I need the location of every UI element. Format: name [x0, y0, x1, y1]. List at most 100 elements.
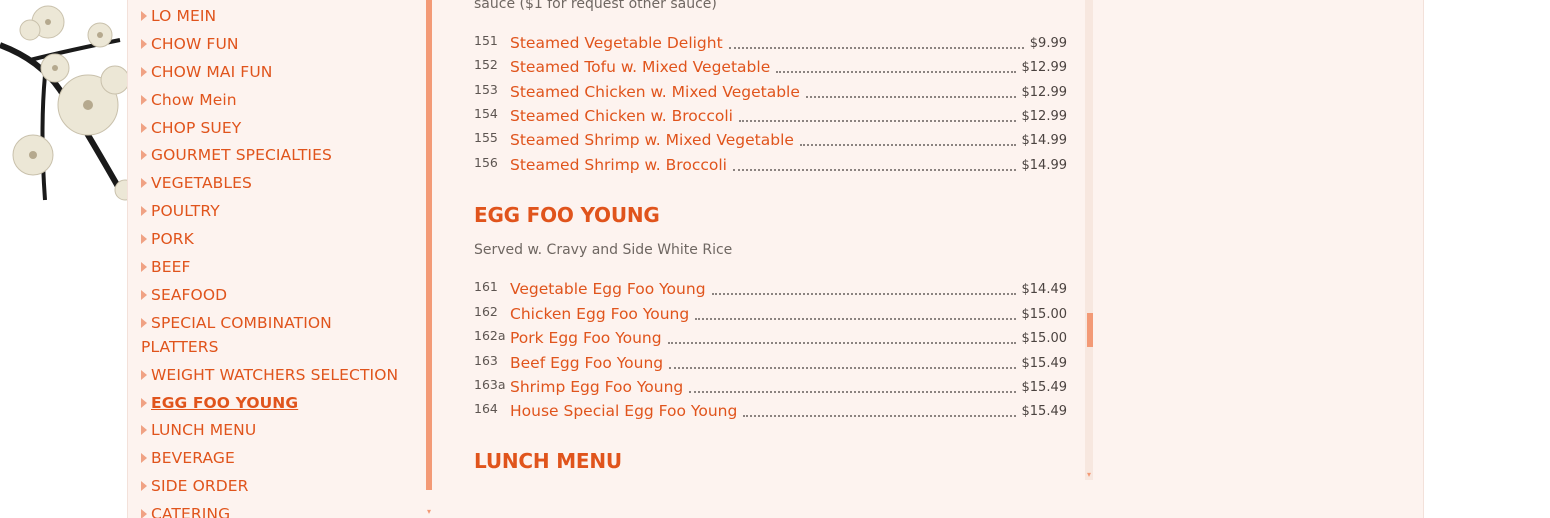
category-label: BEVERAGE: [151, 449, 235, 468]
menu-item-row: 153 Steamed Chicken w. Mixed Vegetable $…: [474, 79, 1067, 103]
sidebar-scroll-down-icon[interactable]: ▾: [426, 508, 432, 516]
triangle-bullet-icon: [141, 122, 147, 133]
dot-leader: [738, 120, 1016, 122]
item-price: $15.49: [1021, 356, 1068, 371]
item-price: $14.49: [1021, 282, 1068, 297]
item-name-link[interactable]: Steamed Shrimp w. Broccoli: [510, 154, 727, 176]
item-number: 162: [474, 304, 498, 319]
category-chow-fun[interactable]: CHOW FUN: [141, 32, 411, 56]
dot-leader: [695, 318, 1016, 320]
item-name-link[interactable]: Chicken Egg Foo Young: [510, 303, 689, 325]
dot-leader: [776, 71, 1016, 73]
content-scrollbar-thumb[interactable]: [1087, 313, 1093, 347]
item-number: 161: [474, 279, 498, 294]
item-name-link[interactable]: Steamed Shrimp w. Mixed Vegetable: [510, 129, 794, 151]
triangle-bullet-icon: [141, 178, 147, 189]
category-lo-mein[interactable]: LO MEIN: [141, 4, 411, 28]
triangle-bullet-icon: [141, 38, 147, 49]
category-chop-suey[interactable]: CHOP SUEY: [141, 116, 411, 140]
cherry-blossom-decoration: [0, 5, 136, 201]
sidebar-scrollbar-thumb[interactable]: [426, 0, 432, 490]
category-beverage[interactable]: BEVERAGE: [141, 446, 411, 470]
menu-item-row: 151 Steamed Vegetable Delight $9.99: [474, 30, 1067, 54]
category-label: SIDE ORDER: [151, 477, 249, 496]
dot-leader: [689, 391, 1016, 393]
category-label: SPECIAL COMBINATION: [151, 313, 332, 332]
item-name-link[interactable]: Steamed Vegetable Delight: [510, 32, 723, 54]
item-number: 162a: [474, 328, 506, 343]
triangle-bullet-icon: [141, 262, 147, 273]
item-price: $14.99: [1021, 133, 1068, 148]
category-vegetables[interactable]: VEGETABLES: [141, 171, 411, 195]
category-label: BEEF: [151, 258, 191, 277]
item-name-link[interactable]: Vegetable Egg Foo Young: [510, 278, 706, 300]
category-label: WEIGHT WATCHERS SELECTION: [151, 365, 399, 384]
item-price: $14.99: [1021, 158, 1068, 173]
content-scroll-down-icon[interactable]: ▾: [1085, 470, 1093, 479]
triangle-bullet-icon: [141, 206, 147, 217]
triangle-bullet-icon: [141, 150, 147, 161]
dot-leader: [805, 96, 1016, 98]
item-name-link[interactable]: Steamed Chicken w. Mixed Vegetable: [510, 81, 800, 103]
dot-leader: [732, 169, 1016, 171]
item-price: $15.00: [1021, 307, 1068, 322]
item-number: 154: [474, 106, 498, 121]
item-name-link[interactable]: Steamed Chicken w. Broccoli: [510, 105, 733, 127]
triangle-bullet-icon: [141, 425, 147, 436]
category-chow-mein[interactable]: Chow Mein: [141, 88, 411, 112]
menu-item-row: 162a Pork Egg Foo Young $15.00: [474, 325, 1067, 349]
triangle-bullet-icon: [141, 369, 147, 380]
menu-item-row: 163 Beef Egg Foo Young $15.49: [474, 350, 1067, 374]
category-weight-watchers-selection[interactable]: WEIGHT WATCHERS SELECTION: [141, 363, 411, 387]
item-name-link[interactable]: Steamed Tofu w. Mixed Vegetable: [510, 56, 770, 78]
triangle-bullet-icon: [141, 453, 147, 464]
category-label: VEGETABLES: [151, 174, 252, 193]
content-scrollbar-track[interactable]: [1085, 0, 1093, 480]
category-catering[interactable]: CATERING: [141, 502, 411, 518]
category-label: LUNCH MENU: [151, 421, 257, 440]
item-price: $12.99: [1021, 109, 1068, 124]
menu-item-row: 163a Shrimp Egg Foo Young $15.49: [474, 374, 1067, 398]
triangle-bullet-icon: [141, 397, 147, 408]
category-pork[interactable]: PORK: [141, 227, 411, 251]
category-label: CHOP SUEY: [151, 118, 242, 137]
item-name-link[interactable]: Beef Egg Foo Young: [510, 352, 663, 374]
category-side-order[interactable]: SIDE ORDER: [141, 474, 411, 498]
triangle-bullet-icon: [141, 234, 147, 245]
item-name-link[interactable]: Pork Egg Foo Young: [510, 327, 662, 349]
item-name-link[interactable]: Shrimp Egg Foo Young: [510, 376, 683, 398]
menu-item-row: 164 House Special Egg Foo Young $15.49: [474, 398, 1067, 422]
section-title-lunch-menu: LUNCH MENU: [474, 449, 622, 473]
category-poultry[interactable]: POULTRY: [141, 199, 411, 223]
dot-leader: [711, 293, 1016, 295]
triangle-bullet-icon: [141, 317, 147, 328]
category-label-line2: PLATTERS: [141, 337, 219, 356]
category-special-combination-platters[interactable]: SPECIAL COMBINATION PLATTERS: [141, 311, 411, 359]
dot-leader: [799, 144, 1016, 146]
menu-item-row: 156 Steamed Shrimp w. Broccoli $14.99: [474, 152, 1067, 176]
category-chow-mai-fun[interactable]: CHOW MAI FUN: [141, 60, 411, 84]
category-seafood[interactable]: SEAFOOD: [141, 283, 411, 307]
menu-item-row: 154 Steamed Chicken w. Broccoli $12.99: [474, 103, 1067, 127]
menu-item-row: 155 Steamed Shrimp w. Mixed Vegetable $1…: [474, 127, 1067, 151]
category-beef[interactable]: BEEF: [141, 255, 411, 279]
triangle-bullet-icon: [141, 66, 147, 77]
triangle-bullet-icon: [141, 289, 147, 300]
category-label: PORK: [151, 230, 194, 249]
section-description: Served w. Cravy and Side White Rice: [474, 242, 733, 258]
section-title-egg-foo-young: EGG FOO YOUNG: [474, 203, 660, 227]
item-name-link[interactable]: House Special Egg Foo Young: [510, 400, 737, 422]
menu-item-row: 162 Chicken Egg Foo Young $15.00: [474, 301, 1067, 325]
item-price: $15.49: [1021, 380, 1068, 395]
item-price: $15.00: [1021, 331, 1068, 346]
category-lunch-menu[interactable]: LUNCH MENU: [141, 418, 411, 442]
item-price: $12.99: [1021, 85, 1068, 100]
category-list: LO MEIN CHOW FUN CHOW MAI FUN Chow Mein …: [141, 4, 411, 518]
triangle-bullet-icon: [141, 94, 147, 105]
item-number: 152: [474, 57, 498, 72]
category-egg-foo-young[interactable]: EGG FOO YOUNG: [141, 391, 411, 415]
item-price: $12.99: [1021, 60, 1068, 75]
category-label: LO MEIN: [151, 7, 217, 25]
category-label: SEAFOOD: [151, 285, 228, 304]
category-gourmet-specialties[interactable]: GOURMET SPECIALTIES: [141, 143, 411, 167]
